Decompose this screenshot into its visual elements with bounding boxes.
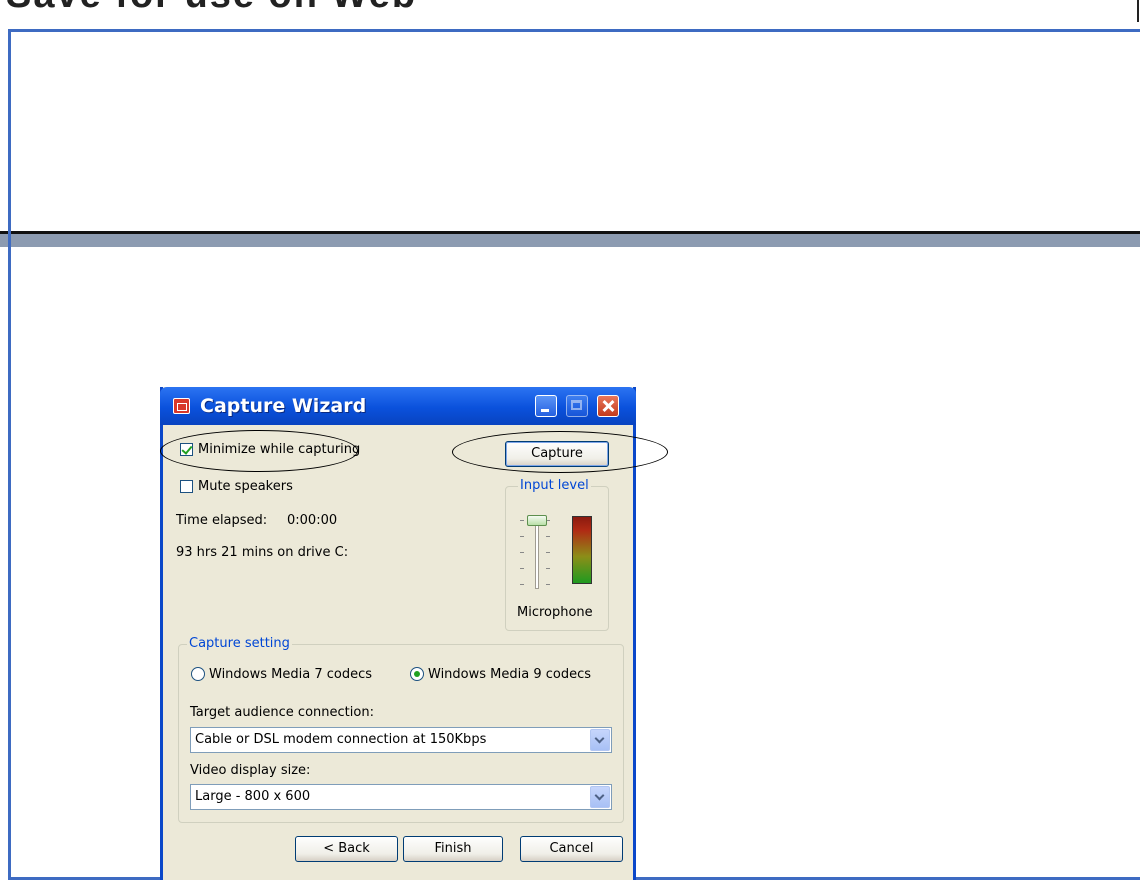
mute-speakers-label[interactable]: Mute speakers bbox=[198, 479, 293, 494]
slider-tick bbox=[546, 568, 550, 569]
wm9-codecs-label[interactable]: Windows Media 9 codecs bbox=[428, 667, 591, 682]
wm7-codecs-label[interactable]: Windows Media 7 codecs bbox=[209, 667, 372, 682]
dialog-title: Capture Wizard bbox=[200, 395, 367, 417]
video-size-value: Large - 800 x 600 bbox=[195, 789, 311, 804]
slider-tick bbox=[546, 536, 550, 537]
microphone-label: Microphone bbox=[517, 605, 593, 620]
time-elapsed-label: Time elapsed: bbox=[176, 513, 268, 528]
capture-setting-title: Capture setting bbox=[187, 636, 292, 651]
edge-tick bbox=[1137, 0, 1139, 22]
input-level-meter bbox=[572, 516, 592, 584]
wm9-codecs-radio[interactable] bbox=[410, 667, 424, 681]
minimize-button[interactable] bbox=[535, 395, 557, 417]
finish-button[interactable]: Finish bbox=[403, 836, 503, 862]
slider-tick bbox=[546, 584, 550, 585]
target-audience-label: Target audience connection: bbox=[190, 705, 374, 720]
chevron-down-icon[interactable] bbox=[590, 729, 610, 751]
target-audience-value: Cable or DSL modem connection at 150Kbps bbox=[195, 732, 487, 747]
dialog-titlebar[interactable]: Capture Wizard bbox=[160, 387, 636, 425]
disk-space-text: 93 hrs 21 mins on drive C: bbox=[176, 545, 349, 560]
close-button[interactable] bbox=[597, 395, 619, 417]
frame-left-border bbox=[8, 29, 11, 880]
input-level-slider-thumb[interactable] bbox=[527, 515, 547, 526]
slider-tick bbox=[520, 536, 524, 537]
slide-title: Save for use on Web bbox=[6, 0, 417, 17]
video-size-select[interactable]: Large - 800 x 600 bbox=[190, 784, 612, 810]
frame-divider-band bbox=[0, 231, 1140, 247]
slider-tick bbox=[520, 520, 524, 521]
video-size-label: Video display size: bbox=[190, 763, 311, 778]
time-elapsed-value: 0:00:00 bbox=[287, 513, 338, 528]
highlight-ellipse-capture bbox=[452, 431, 668, 473]
wm7-codecs-radio[interactable] bbox=[191, 667, 205, 681]
cancel-button[interactable]: Cancel bbox=[520, 836, 623, 862]
target-audience-select[interactable]: Cable or DSL modem connection at 150Kbps bbox=[190, 727, 612, 753]
input-level-slider-track[interactable] bbox=[535, 517, 539, 589]
slider-tick bbox=[520, 552, 524, 553]
slider-tick bbox=[546, 552, 550, 553]
frame-top-border bbox=[8, 29, 1140, 32]
movie-maker-icon bbox=[173, 398, 190, 414]
chevron-down-icon[interactable] bbox=[590, 786, 610, 808]
input-level-title: Input level bbox=[518, 478, 591, 493]
mute-speakers-checkbox[interactable] bbox=[180, 480, 193, 493]
frame-band-marker bbox=[8, 231, 11, 247]
highlight-ellipse-minimize bbox=[160, 430, 358, 472]
back-button[interactable]: < Back bbox=[295, 836, 398, 862]
maximize-button[interactable] bbox=[566, 395, 588, 417]
slider-tick bbox=[520, 584, 524, 585]
slider-tick bbox=[520, 568, 524, 569]
